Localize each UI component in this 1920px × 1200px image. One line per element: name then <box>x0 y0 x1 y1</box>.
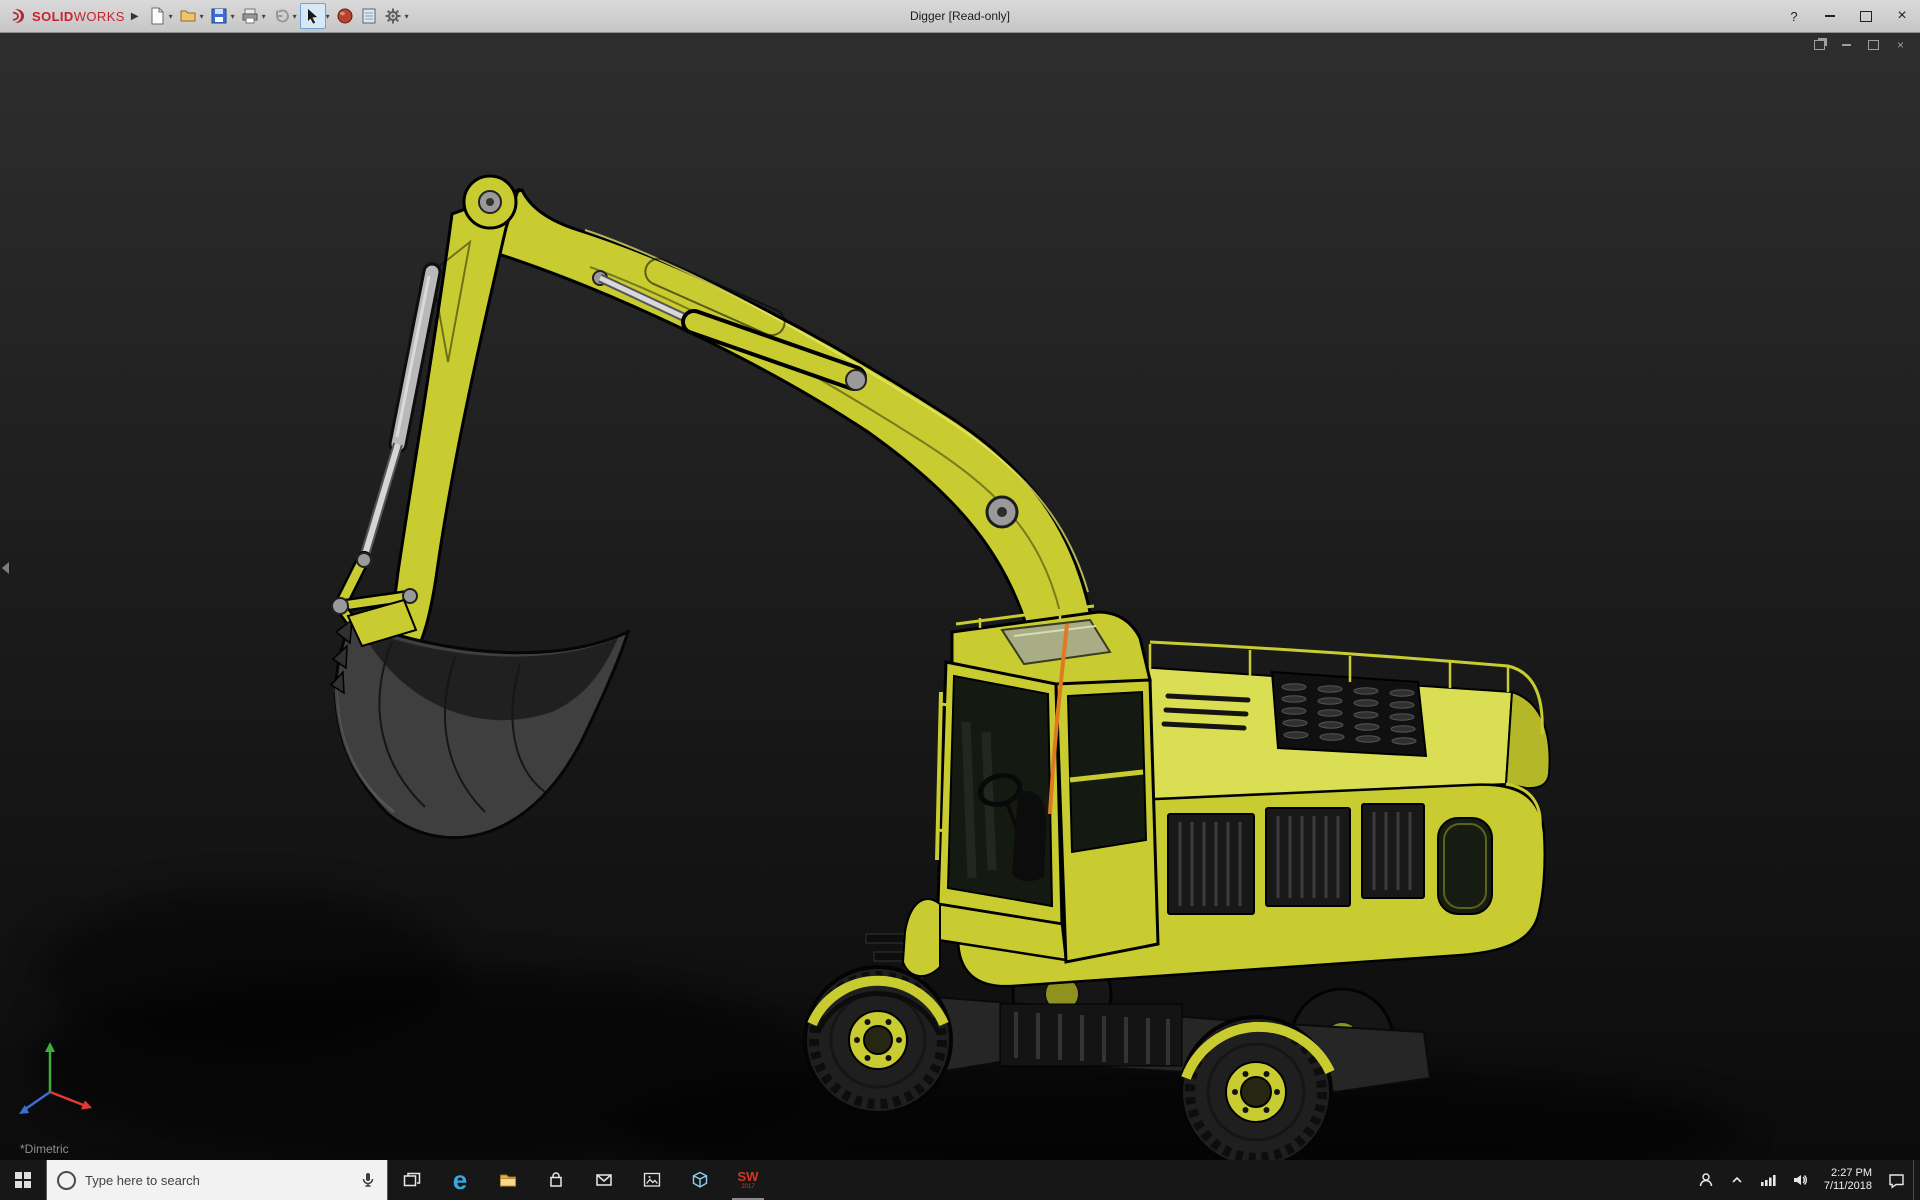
viewport-canvas[interactable] <box>0 32 1920 1160</box>
select-tool-button[interactable] <box>299 3 326 29</box>
taskbar-app-edge[interactable]: e <box>436 1160 484 1200</box>
taskbar-app-store[interactable] <box>532 1160 580 1200</box>
document-window-controls: × <box>1812 38 1908 52</box>
clock-time: 2:27 PM <box>1831 1167 1872 1179</box>
mail-icon <box>596 1174 612 1186</box>
appearances-button[interactable] <box>333 4 357 28</box>
doc-new-window-button[interactable] <box>1812 38 1827 51</box>
new-window-icon <box>1814 39 1825 50</box>
ds-logo-icon <box>12 9 24 23</box>
people-icon <box>1699 1173 1713 1187</box>
network-icon <box>1760 1175 1776 1186</box>
volume-icon <box>1793 1175 1807 1185</box>
task-view-button[interactable] <box>388 1160 436 1200</box>
new-document-icon <box>151 7 164 25</box>
3d-cube-icon <box>692 1171 708 1188</box>
report-button[interactable] <box>357 4 381 28</box>
undo-icon <box>275 9 289 23</box>
start-button[interactable] <box>0 1160 46 1200</box>
select-cursor-icon <box>307 9 317 24</box>
hidden-icons-button[interactable] <box>1722 1160 1752 1200</box>
network-button[interactable] <box>1752 1160 1784 1200</box>
print-button[interactable] <box>238 4 262 28</box>
solidworks-icon: SW 2017 <box>737 1169 759 1190</box>
panel-collapse-arrow[interactable] <box>2 562 9 574</box>
action-center-icon <box>1889 1173 1904 1189</box>
help-button[interactable]: ? <box>1776 0 1812 32</box>
orientation-label: *Dimetric <box>20 1142 69 1156</box>
new-document-button[interactable] <box>145 4 169 28</box>
doc-restore-button[interactable] <box>1866 38 1881 51</box>
save-button[interactable] <box>207 4 231 28</box>
front-wheel[interactable] <box>803 965 953 1115</box>
maximize-icon <box>1860 10 1872 22</box>
show-desktop-button[interactable] <box>1913 1160 1920 1200</box>
chevron-up-icon <box>1732 1176 1742 1183</box>
brand-text: SOLIDWORKS <box>32 8 125 24</box>
options-caret[interactable]: ▾ <box>405 12 409 21</box>
open-folder-icon <box>180 10 196 22</box>
undo-button[interactable] <box>269 4 293 28</box>
window-title: Digger [Read-only] <box>909 9 1011 23</box>
maximize-button[interactable] <box>1848 0 1884 32</box>
microphone-icon[interactable] <box>359 1171 377 1189</box>
appearance-ball-icon <box>337 8 353 24</box>
people-button[interactable] <box>1690 1160 1722 1200</box>
taskbar-app-3d-viewer[interactable] <box>676 1160 724 1200</box>
seat <box>1012 791 1047 882</box>
side-grilles <box>1167 803 1425 915</box>
close-button[interactable]: × <box>1884 0 1920 32</box>
gear-icon <box>385 8 401 24</box>
minimize-icon <box>1825 15 1835 17</box>
print-icon <box>242 8 258 24</box>
search-box[interactable]: Type here to search <box>46 1160 388 1200</box>
clock-date: 7/11/2018 <box>1823 1180 1872 1192</box>
save-caret[interactable]: ▾ <box>231 12 235 21</box>
minimize-button[interactable] <box>1812 0 1848 32</box>
titlebar: SOLIDWORKS ▶ ▾ ▾ ▾ ▾ ▾ ▾ ▾ Digger [Read-… <box>0 0 1920 33</box>
engine-grille <box>1270 670 1428 758</box>
search-placeholder: Type here to search <box>85 1172 200 1188</box>
window-controls: ? × <box>1776 0 1920 32</box>
taskbar-app-file-explorer[interactable] <box>484 1160 532 1200</box>
print-caret[interactable]: ▾ <box>262 12 266 21</box>
report-icon <box>362 8 376 24</box>
doc-minimize-button[interactable] <box>1839 38 1854 51</box>
menu-expand-icon[interactable]: ▶ <box>131 11 139 22</box>
doc-close-button[interactable]: × <box>1893 38 1908 52</box>
volume-button[interactable] <box>1784 1160 1816 1200</box>
file-explorer-icon <box>500 1174 516 1187</box>
store-bag-icon <box>550 1172 562 1187</box>
taskbar-clock[interactable]: 2:27 PM 7/11/2018 <box>1816 1167 1880 1193</box>
taskbar-app-mail[interactable] <box>580 1160 628 1200</box>
new-caret[interactable]: ▾ <box>169 12 173 21</box>
open-caret[interactable]: ▾ <box>200 12 204 21</box>
select-caret[interactable]: ▾ <box>326 12 330 21</box>
windows-logo-icon <box>15 1172 31 1188</box>
rear-side-window <box>1437 817 1493 915</box>
open-button[interactable] <box>176 4 200 28</box>
doc-restore-icon <box>1868 39 1879 50</box>
photos-icon <box>643 1172 661 1187</box>
taskbar-app-solidworks[interactable]: SW 2017 <box>724 1160 772 1200</box>
solidworks-logo: SOLIDWORKS <box>8 6 125 26</box>
cortana-icon <box>57 1170 76 1190</box>
quick-toolbar: ▾ ▾ ▾ ▾ ▾ ▾ ▾ <box>145 3 412 29</box>
action-center-button[interactable] <box>1880 1160 1913 1200</box>
taskbar: Type here to search e SW 2017 2:27 PM 7/… <box>0 1160 1920 1200</box>
graphics-viewport[interactable]: × *Dimetric <box>0 32 1920 1160</box>
doc-minimize-icon <box>1842 43 1851 46</box>
edge-icon: e <box>452 1165 468 1195</box>
undo-caret[interactable]: ▾ <box>293 12 297 21</box>
task-view-icon <box>403 1172 421 1187</box>
taskbar-app-photos[interactable] <box>628 1160 676 1200</box>
options-button[interactable] <box>381 4 405 28</box>
save-icon <box>211 8 227 24</box>
